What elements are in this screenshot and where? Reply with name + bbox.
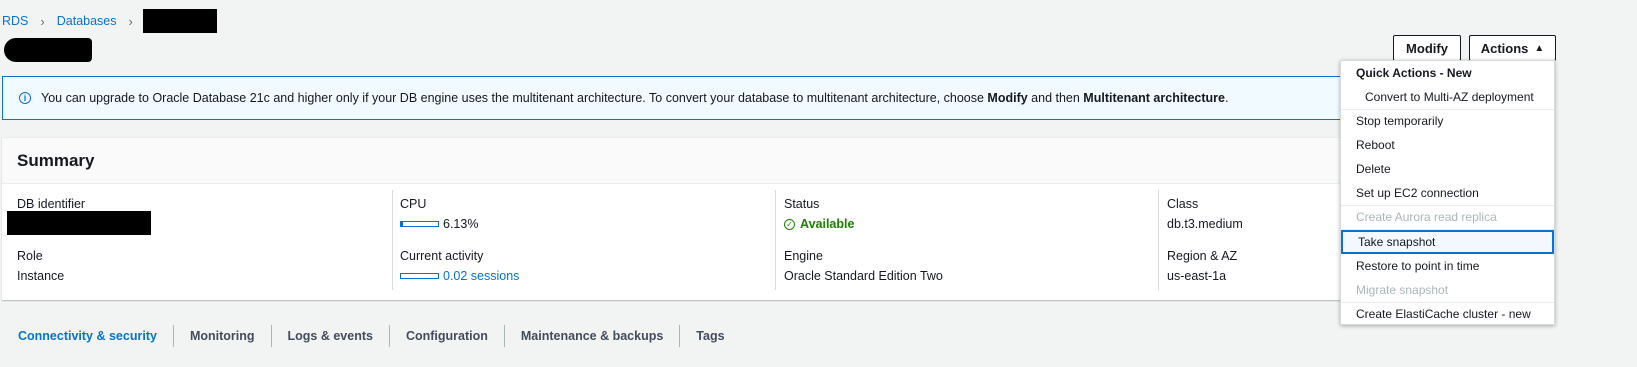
breadcrumb-databases-link[interactable]: Databases bbox=[55, 14, 119, 28]
region-label: Region & AZ bbox=[1167, 249, 1238, 263]
caret-up-icon: ▲ bbox=[1534, 42, 1545, 54]
status-label: Status bbox=[784, 197, 820, 211]
menu-item-setup-ec2-connection[interactable]: Set up EC2 connection bbox=[1341, 182, 1554, 204]
db-identifier-redacted bbox=[7, 211, 151, 235]
chevron-right-icon: › bbox=[40, 13, 45, 29]
summary-col-cpu: CPU 6.13% Current activity 0.02 sessions bbox=[393, 190, 775, 290]
engine-value: Oracle Standard Edition Two bbox=[784, 269, 943, 283]
summary-col-identifier: DB identifier Role Instance bbox=[2, 190, 392, 290]
page-title-redacted bbox=[4, 38, 92, 62]
cpu-label: CPU bbox=[400, 197, 427, 211]
activity-progress-bar bbox=[400, 273, 439, 279]
actions-button-label: Actions bbox=[1480, 40, 1529, 56]
status-value: ✓ Available bbox=[784, 217, 854, 231]
check-circle-icon: ✓ bbox=[784, 218, 795, 230]
cpu-progress-fill bbox=[401, 222, 404, 226]
engine-label: Engine bbox=[784, 249, 823, 263]
tab-tags[interactable]: Tags bbox=[679, 325, 740, 347]
tab-monitoring[interactable]: Monitoring bbox=[172, 325, 271, 347]
summary-title: Summary bbox=[2, 138, 1402, 184]
menu-item-restore-point-in-time[interactable]: Restore to point in time bbox=[1341, 255, 1554, 277]
actions-button[interactable]: Actions ▲ bbox=[1469, 35, 1556, 61]
region-value: us-east-1a bbox=[1167, 269, 1227, 283]
summary-panel: Summary DB identifier Role Instance CPU … bbox=[2, 137, 1402, 300]
detail-tabs: Connectivity & security Monitoring Logs … bbox=[0, 322, 741, 350]
tab-logs-events[interactable]: Logs & events bbox=[270, 325, 389, 347]
cpu-percent: 6.13% bbox=[443, 217, 479, 231]
db-identifier-label: DB identifier bbox=[17, 197, 86, 211]
menu-item-delete[interactable]: Delete bbox=[1341, 158, 1554, 180]
sessions-link[interactable]: 0.02 sessions bbox=[443, 269, 519, 283]
info-icon: i bbox=[19, 92, 31, 104]
actions-dropdown-menu: Quick Actions - New Convert to Multi-AZ … bbox=[1340, 60, 1555, 325]
menu-item-create-elasticache-cluster[interactable]: Create ElastiCache cluster - new bbox=[1341, 303, 1554, 325]
status-text: Available bbox=[800, 217, 855, 231]
breadcrumb-rds-link[interactable]: RDS bbox=[0, 14, 30, 28]
modify-button[interactable]: Modify bbox=[1393, 35, 1461, 61]
current-activity-value: 0.02 sessions bbox=[400, 269, 519, 283]
tab-configuration[interactable]: Configuration bbox=[388, 325, 504, 347]
class-value: db.t3.medium bbox=[1167, 217, 1243, 231]
info-alert: i You can upgrade to Oracle Database 21c… bbox=[2, 76, 1402, 120]
db-identifier-value bbox=[7, 211, 151, 235]
menu-item-create-aurora-read-replica: Create Aurora read replica bbox=[1356, 210, 1497, 224]
menu-item-reboot[interactable]: Reboot bbox=[1341, 134, 1554, 156]
tab-connectivity-security[interactable]: Connectivity & security bbox=[0, 325, 173, 347]
menu-item-migrate-snapshot: Migrate snapshot bbox=[1356, 283, 1449, 297]
breadcrumb: RDS › Databases › bbox=[0, 9, 217, 33]
breadcrumb-redacted-db-name bbox=[142, 9, 217, 33]
role-label: Role bbox=[17, 249, 43, 263]
role-value: Instance bbox=[17, 269, 65, 283]
alert-text: You can upgrade to Oracle Database 21c a… bbox=[41, 91, 1229, 105]
current-activity-label: Current activity bbox=[400, 249, 484, 263]
class-label: Class bbox=[1167, 197, 1199, 211]
quick-actions-group-title: Quick Actions - New bbox=[1356, 66, 1472, 80]
summary-col-status: Status ✓ Available Engine Oracle Standar… bbox=[776, 190, 1158, 290]
chevron-right-icon: › bbox=[128, 13, 133, 29]
cpu-value: 6.13% bbox=[400, 217, 478, 231]
menu-item-take-snapshot[interactable]: Take snapshot bbox=[1341, 230, 1554, 254]
menu-item-convert-multi-az[interactable]: Convert to Multi-AZ deployment bbox=[1341, 86, 1554, 108]
cpu-progress-bar bbox=[400, 221, 439, 227]
tab-maintenance-backups[interactable]: Maintenance & backups bbox=[503, 325, 679, 347]
menu-item-stop-temporarily[interactable]: Stop temporarily bbox=[1341, 110, 1554, 132]
